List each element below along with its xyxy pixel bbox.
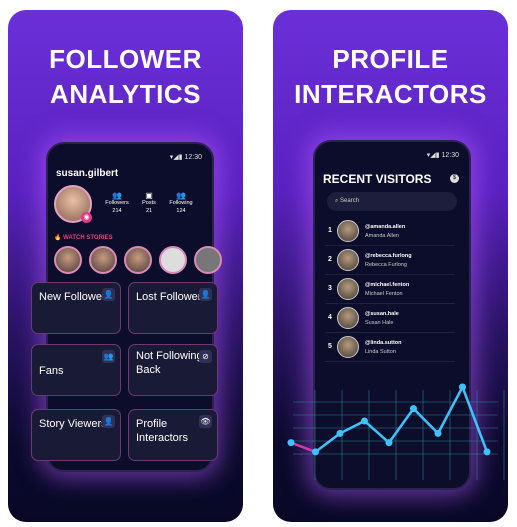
card-profile-interactors[interactable]: Profile Interactors 👁 — [128, 409, 218, 461]
card-new-followers[interactable]: New Followers 👤 — [31, 282, 121, 334]
trend-segment — [461, 386, 489, 453]
trend-point — [434, 429, 442, 437]
trend-point — [287, 439, 295, 447]
follower-analytics-panel: FOLLOWER ANALYTICS ▾◢▮ 12:30 susan.gilber… — [8, 10, 243, 522]
trend-segment — [290, 441, 316, 454]
posts-icon: ▣ — [145, 191, 153, 200]
trend-segment — [339, 419, 366, 435]
camera-badge-icon: ◉ — [81, 212, 92, 223]
trend-point — [483, 448, 491, 456]
username: susan.gilbert — [56, 168, 119, 179]
story-avatar[interactable] — [194, 246, 222, 274]
status-bar: ▾◢▮ 12:30 — [169, 154, 202, 161]
trend-point — [459, 383, 466, 391]
watch-stories-label[interactable]: 🔥 WATCH STORIES — [54, 234, 113, 241]
trend-point — [336, 429, 344, 437]
stat-following: 👥 Following 124 — [166, 191, 196, 214]
following-icon: 👥 — [176, 191, 186, 200]
followers-icon: 👥 — [112, 191, 122, 200]
profile-interactors-panel: PROFILE INTERACTORS ▾◢▮ 12:30 RECENT VISI… — [273, 10, 508, 522]
trend-segment — [387, 407, 415, 444]
add-user-icon: 👤 — [102, 288, 115, 301]
card-fans[interactable]: Fans 👥 — [31, 344, 121, 396]
story-avatar[interactable] — [54, 246, 82, 274]
remove-user-icon: 👤 — [199, 288, 212, 301]
stat-followers: 👥 Followers 214 — [102, 191, 132, 214]
unfollow-icon: ⊘ — [199, 350, 212, 363]
card-not-following-back[interactable]: Not Following Back ⊘ — [128, 344, 218, 396]
card-lost-followers[interactable]: Lost Followers 👤 — [128, 282, 218, 334]
story-avatar[interactable] — [124, 246, 152, 274]
eye-icon: 👁 — [199, 415, 212, 428]
trend-point — [312, 448, 319, 456]
trend-point — [385, 439, 393, 447]
trend-segment — [363, 420, 390, 444]
trend-chart — [287, 383, 505, 480]
trend-point — [410, 405, 417, 413]
card-story-viewers[interactable]: Story Viewers 👤 — [31, 409, 121, 461]
group-icon: 👥 — [102, 350, 115, 363]
trend-segment — [314, 432, 341, 453]
story-avatar[interactable] — [159, 246, 187, 274]
panel-title: FOLLOWER ANALYTICS — [49, 44, 202, 109]
stat-posts: ▣ Posts 21 — [134, 191, 164, 214]
story-avatar[interactable] — [89, 246, 117, 274]
user-icon: 👤 — [102, 415, 115, 428]
trend-segment — [412, 407, 439, 435]
trend-point — [361, 417, 368, 425]
avatar[interactable]: ◉ — [54, 185, 92, 223]
